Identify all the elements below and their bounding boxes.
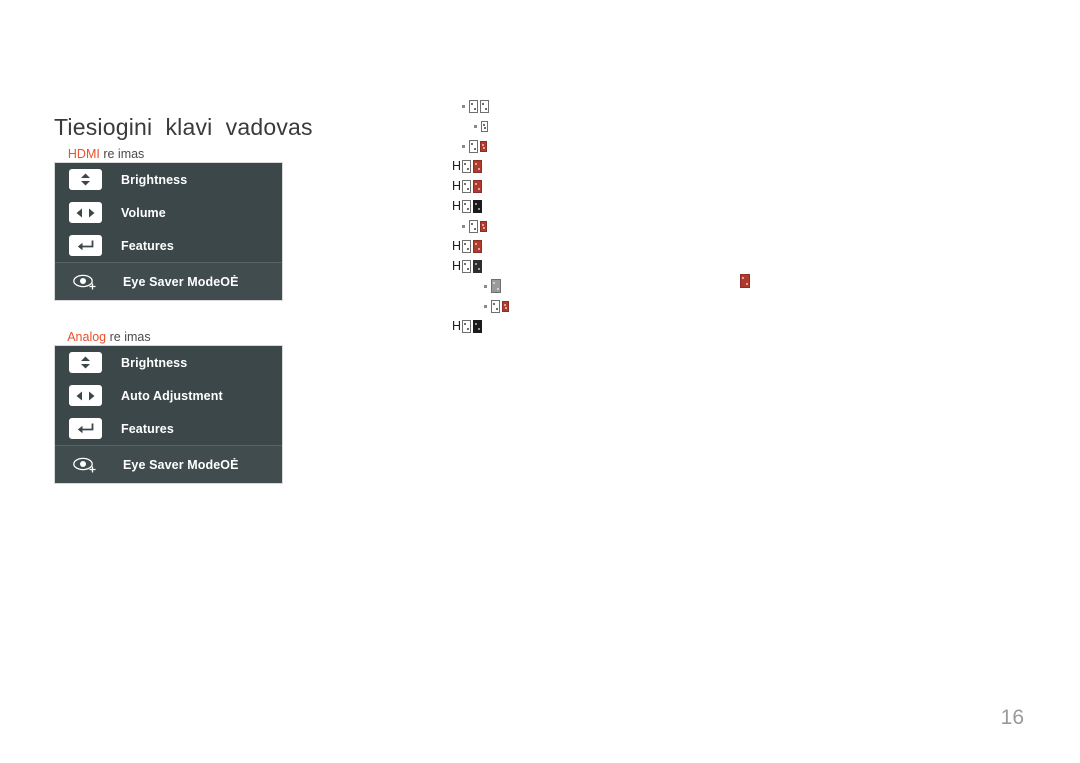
missing-glyph-line: H	[452, 156, 792, 176]
osd-row-auto-adjustment-analog[interactable]: Auto Adjustment	[55, 379, 282, 412]
missing-glyph-box	[481, 120, 488, 132]
missing-glyph-box	[461, 199, 471, 213]
osd-row-eye-saver-mode-hdmi[interactable]: Eye Saver ModeOĖ	[55, 262, 282, 300]
missing-glyph-line: H	[452, 316, 792, 336]
osd-panel-hdmi: Brightness Volume Features Eye Saver Mod…	[54, 162, 283, 301]
bullet-tick	[474, 124, 477, 128]
missing-glyph-box	[461, 259, 471, 273]
eye-plus-icon	[69, 271, 102, 292]
missing-glyph-box	[469, 139, 478, 153]
up-down-arrows-icon	[69, 352, 102, 373]
missing-glyph-line: H	[452, 236, 792, 256]
section-label-analog-rest: re imas	[106, 330, 151, 344]
missing-glyph-box	[472, 159, 482, 173]
glyph-line-lead-text: H	[452, 199, 461, 213]
osd-label-brightness-hdmi: Brightness	[121, 172, 188, 187]
glyph-line-lead-text: H	[452, 159, 461, 173]
page-number: 16	[1000, 706, 1024, 729]
missing-glyph-box	[472, 179, 482, 193]
enter-return-icon	[69, 418, 102, 439]
osd-label-eye-saver-mode-analog: Eye Saver ModeOĖ	[123, 457, 239, 472]
missing-glyph-box	[491, 299, 500, 313]
missing-glyph-box	[469, 99, 478, 113]
missing-glyph-line: H	[452, 196, 792, 216]
osd-label-features-hdmi: Features	[121, 238, 174, 253]
glyph-line-lead-text: H	[452, 259, 461, 273]
section-label-analog-accent: Analog	[67, 330, 107, 344]
osd-row-features-analog[interactable]: Features	[55, 412, 282, 445]
missing-glyph-line	[452, 296, 792, 316]
missing-glyph-box	[461, 239, 471, 253]
missing-glyph-line	[452, 96, 792, 116]
osd-row-eye-saver-mode-analog[interactable]: Eye Saver ModeOĖ	[55, 445, 282, 483]
bullet-tick	[462, 144, 465, 148]
osd-label-features-analog: Features	[121, 421, 174, 436]
missing-glyph-box	[480, 220, 487, 232]
missing-glyph-box	[502, 300, 509, 312]
eye-plus-icon	[69, 454, 102, 475]
bullet-tick	[484, 304, 487, 308]
osd-row-brightness-hdmi[interactable]: Brightness	[55, 163, 282, 196]
missing-glyph-box	[461, 179, 471, 193]
bullet-tick	[462, 104, 465, 108]
missing-glyph-box	[469, 219, 478, 233]
missing-glyph-box	[740, 273, 750, 288]
section-label-hdmi-accent: HDMI	[67, 147, 100, 161]
missing-glyph-box	[472, 259, 482, 273]
bullet-tick	[484, 284, 487, 288]
enter-return-icon	[69, 235, 102, 256]
missing-glyph-line	[452, 136, 792, 156]
missing-glyph-line	[452, 216, 792, 236]
missing-glyph-box	[461, 319, 471, 333]
left-right-arrows-icon	[69, 202, 102, 223]
stray-missing-glyph	[739, 272, 751, 290]
missing-glyph-box	[472, 239, 482, 253]
missing-glyph-box	[491, 279, 501, 293]
osd-label-volume-hdmi: Volume	[121, 205, 166, 220]
missing-glyph-box	[472, 319, 482, 333]
missing-glyph-box	[480, 140, 487, 152]
missing-glyph-box	[480, 99, 489, 113]
osd-label-brightness-analog: Brightness	[121, 355, 188, 370]
bullet-tick	[462, 224, 465, 228]
section-label-hdmi-rest: re imas	[99, 147, 145, 161]
missing-glyph-box	[472, 199, 482, 213]
osd-panel-analog: Brightness Auto Adjustment Features Eye …	[54, 345, 283, 484]
missing-glyph-line: H	[452, 176, 792, 196]
osd-label-eye-saver-mode-hdmi: Eye Saver ModeOĖ	[123, 274, 239, 289]
osd-row-brightness-analog[interactable]: Brightness	[55, 346, 282, 379]
document-page: Tiesiogini klavi vadovas HDMI re imas Br…	[0, 0, 1080, 763]
osd-row-features-hdmi[interactable]: Features	[55, 229, 282, 262]
missing-glyph-text-column: HHHHHH	[452, 96, 792, 336]
glyph-line-lead-text: H	[452, 179, 461, 193]
left-right-arrows-icon	[69, 385, 102, 406]
missing-glyph-box	[461, 159, 471, 173]
up-down-arrows-icon	[69, 169, 102, 190]
missing-glyph-line	[452, 116, 792, 136]
glyph-line-lead-text: H	[452, 319, 461, 333]
osd-label-auto-adjustment-analog: Auto Adjustment	[121, 388, 223, 403]
osd-row-volume-hdmi[interactable]: Volume	[55, 196, 282, 229]
glyph-line-lead-text: H	[452, 239, 461, 253]
